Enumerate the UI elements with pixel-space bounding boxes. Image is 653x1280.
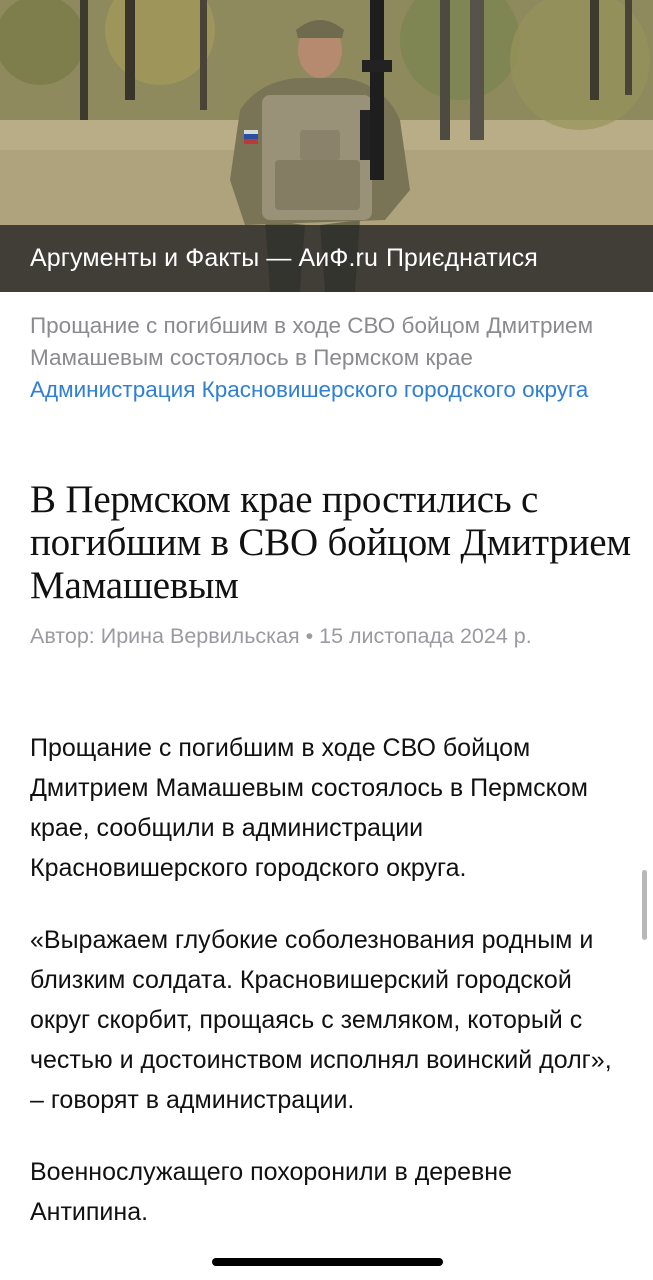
- join-button[interactable]: Приєднатися: [386, 244, 538, 273]
- image-caption: Прощание с погибшим в ходе СВО бойцом Дм…: [30, 310, 625, 406]
- article-body: Прощание с погибшим в ходе СВО бойцом Дм…: [30, 728, 630, 1264]
- hero-image[interactable]: Аргументы и Факты — АиФ.ru Приєднатися: [0, 0, 653, 292]
- home-indicator[interactable]: [212, 1258, 443, 1266]
- article-byline: Автор: Ирина Вервильская • 15 листопада …: [30, 624, 532, 648]
- caption-text: Прощание с погибшим в ходе СВО бойцом Дм…: [30, 313, 594, 370]
- channel-bar[interactable]: Аргументы и Факты — АиФ.ru Приєднатися: [0, 225, 653, 292]
- article-title: В Пермском крае простились с погибшим в …: [30, 478, 631, 607]
- channel-title[interactable]: Аргументы и Факты — АиФ.ru: [30, 244, 378, 273]
- article-paragraph: «Выражаем глубокие соболезнования родным…: [30, 926, 612, 1114]
- article-paragraph: Прощание с погибшим в ходе СВО бойцом Дм…: [30, 734, 588, 882]
- scrollbar[interactable]: [642, 870, 647, 940]
- caption-source-link[interactable]: Администрация Красновишерского городског…: [30, 377, 588, 402]
- article-paragraph: Военнослужащего похоронили в деревне Ант…: [30, 1158, 512, 1226]
